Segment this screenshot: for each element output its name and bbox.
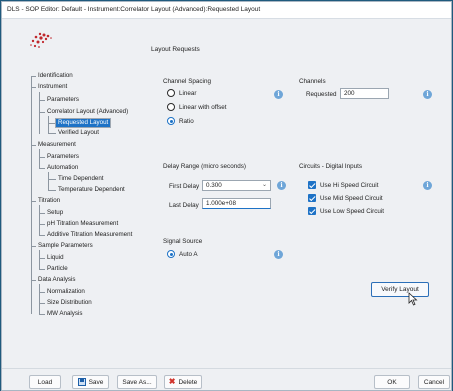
low-speed-circuit-label: Use Low Speed Circuit [320, 207, 385, 215]
tree-item-instrument-parameters[interactable]: Parameters [45, 96, 81, 104]
first-delay-value: 0.300 [206, 182, 222, 189]
tree-line [48, 133, 56, 134]
delete-button[interactable]: ✖ Delete [164, 375, 202, 389]
load-label: Load [37, 378, 53, 386]
radio-circle-selected [167, 250, 175, 258]
checkbox-checked [308, 207, 316, 215]
tree-item-particle[interactable]: Particle [45, 265, 70, 273]
hi-speed-circuit-checkbox[interactable]: Use Hi Speed Circuit [308, 181, 378, 189]
last-delay-input[interactable]: 1.000e+08 [202, 198, 271, 209]
tree-line [48, 123, 56, 124]
tree-item-instrument[interactable]: Instrument [36, 83, 69, 91]
save-label: Save [88, 378, 104, 386]
tree-item-automation[interactable]: Automation [45, 164, 80, 172]
tree-item-time-dependent[interactable]: Time Dependent [56, 175, 106, 183]
logo [30, 32, 52, 48]
tree-item-verified-layout[interactable]: Verified Layout [56, 129, 101, 137]
load-button[interactable]: Load [29, 375, 61, 389]
hi-speed-circuit-label: Use Hi Speed Circuit [320, 181, 379, 189]
tree-line [39, 250, 40, 270]
channels-label: Channels [299, 78, 326, 85]
sop-tree: Identification Instrument Parameters Cor… [2, 72, 152, 362]
low-speed-circuit-checkbox[interactable]: Use Low Speed Circuit [308, 207, 384, 215]
info-icon[interactable]: i [274, 90, 283, 99]
tree-item-liquid[interactable]: Liquid [45, 254, 66, 262]
requested-channels-input[interactable]: 200 [340, 88, 389, 99]
tree-line [39, 149, 40, 169]
window-title: DLS - SOP Editor: Default - Instrument:C… [2, 2, 451, 19]
tree-line [48, 172, 49, 190]
mid-speed-circuit-label: Use Mid Speed Circuit [320, 194, 383, 202]
red-x-icon: ✖ [168, 377, 176, 386]
floppy-disk-icon [77, 378, 86, 386]
tree-item-sample-parameters[interactable]: Sample Parameters [36, 242, 95, 250]
save-button[interactable]: Save [72, 375, 109, 389]
tree-item-mw-analysis[interactable]: MW Analysis [45, 310, 84, 318]
tree-item-normalization[interactable]: Normalization [45, 288, 87, 296]
chevron-down-icon: ⌄ [261, 182, 267, 188]
layout-requests-heading: Layout Requests [151, 46, 200, 53]
tree-item-additive-titration[interactable]: Additive Titration Measurement [45, 231, 134, 239]
verify-layout-button[interactable]: Verify Layout [371, 282, 429, 297]
tree-item-setup[interactable]: Setup [45, 209, 65, 217]
tree-item-identification[interactable]: Identification [36, 72, 75, 80]
mid-speed-circuit-checkbox[interactable]: Use Mid Speed Circuit [308, 194, 383, 202]
radio-ratio-label: Ratio [179, 117, 194, 125]
sop-editor-window: DLS - SOP Editor: Default - Instrument:C… [1, 1, 452, 391]
checkbox-checked [308, 194, 316, 202]
tree-item-ph-titration[interactable]: pH Titration Measurement [45, 220, 120, 228]
radio-circle [167, 89, 175, 97]
tree-item-temperature-dependent[interactable]: Temperature Dependent [56, 186, 127, 194]
checkbox-checked [308, 181, 316, 189]
tree-item-correlator-layout[interactable]: Correlator Layout (Advanced) [45, 108, 130, 116]
save-as-label: Save As... [122, 378, 152, 386]
tree-line [48, 179, 56, 180]
tree-line [48, 116, 49, 134]
radio-linear-label: Linear [179, 89, 197, 97]
mouse-cursor-icon [408, 292, 418, 306]
info-icon[interactable]: i [274, 250, 283, 259]
first-delay-label: First Delay [169, 183, 200, 190]
tree-item-measurement-parameters[interactable]: Parameters [45, 153, 81, 161]
tree-item-requested-layout[interactable]: Requested Layout [54, 118, 112, 128]
tree-line [48, 190, 56, 191]
tree-item-size-distribution[interactable]: Size Distribution [45, 299, 94, 307]
ok-label: OK [387, 378, 397, 386]
tree-item-data-analysis[interactable]: Data Analysis [36, 276, 78, 284]
radio-circle-selected [167, 117, 175, 125]
ok-button[interactable]: OK [374, 375, 410, 389]
info-icon[interactable]: i [423, 181, 432, 190]
requested-label: Requested [306, 91, 337, 98]
tree-item-measurement[interactable]: Measurement [36, 141, 78, 149]
tree-line [39, 92, 40, 134]
radio-auto-a-label: Auto A [179, 250, 198, 258]
delete-label: Delete [178, 378, 198, 386]
tree-line [31, 76, 32, 314]
circuits-label: Circuits - Digital Inputs [299, 163, 362, 170]
radio-linear-with-offset-label: Linear with offset [179, 103, 227, 111]
first-delay-select[interactable]: 0.300 ⌄ [202, 180, 271, 191]
save-as-button[interactable]: Save As... [117, 375, 157, 389]
info-icon[interactable]: i [277, 181, 286, 190]
tree-item-titration[interactable]: Titration [36, 197, 62, 205]
info-icon[interactable]: i [423, 90, 432, 99]
tree-line [39, 284, 40, 315]
radio-linear[interactable]: Linear [167, 89, 197, 97]
radio-linear-with-offset[interactable]: Linear with offset [167, 103, 227, 111]
delay-range-label: Delay Range (micro seconds) [163, 163, 246, 170]
signal-source-label: Signal Source [163, 238, 203, 245]
radio-auto-a[interactable]: Auto A [167, 250, 198, 258]
cancel-button[interactable]: Cancel [418, 375, 450, 389]
channel-spacing-label: Channel Spacing [163, 78, 211, 85]
radio-circle [167, 103, 175, 111]
last-delay-label: Last Delay [169, 202, 199, 209]
radio-ratio[interactable]: Ratio [167, 117, 194, 125]
tree-line [39, 205, 40, 236]
cancel-label: Cancel [423, 378, 445, 386]
